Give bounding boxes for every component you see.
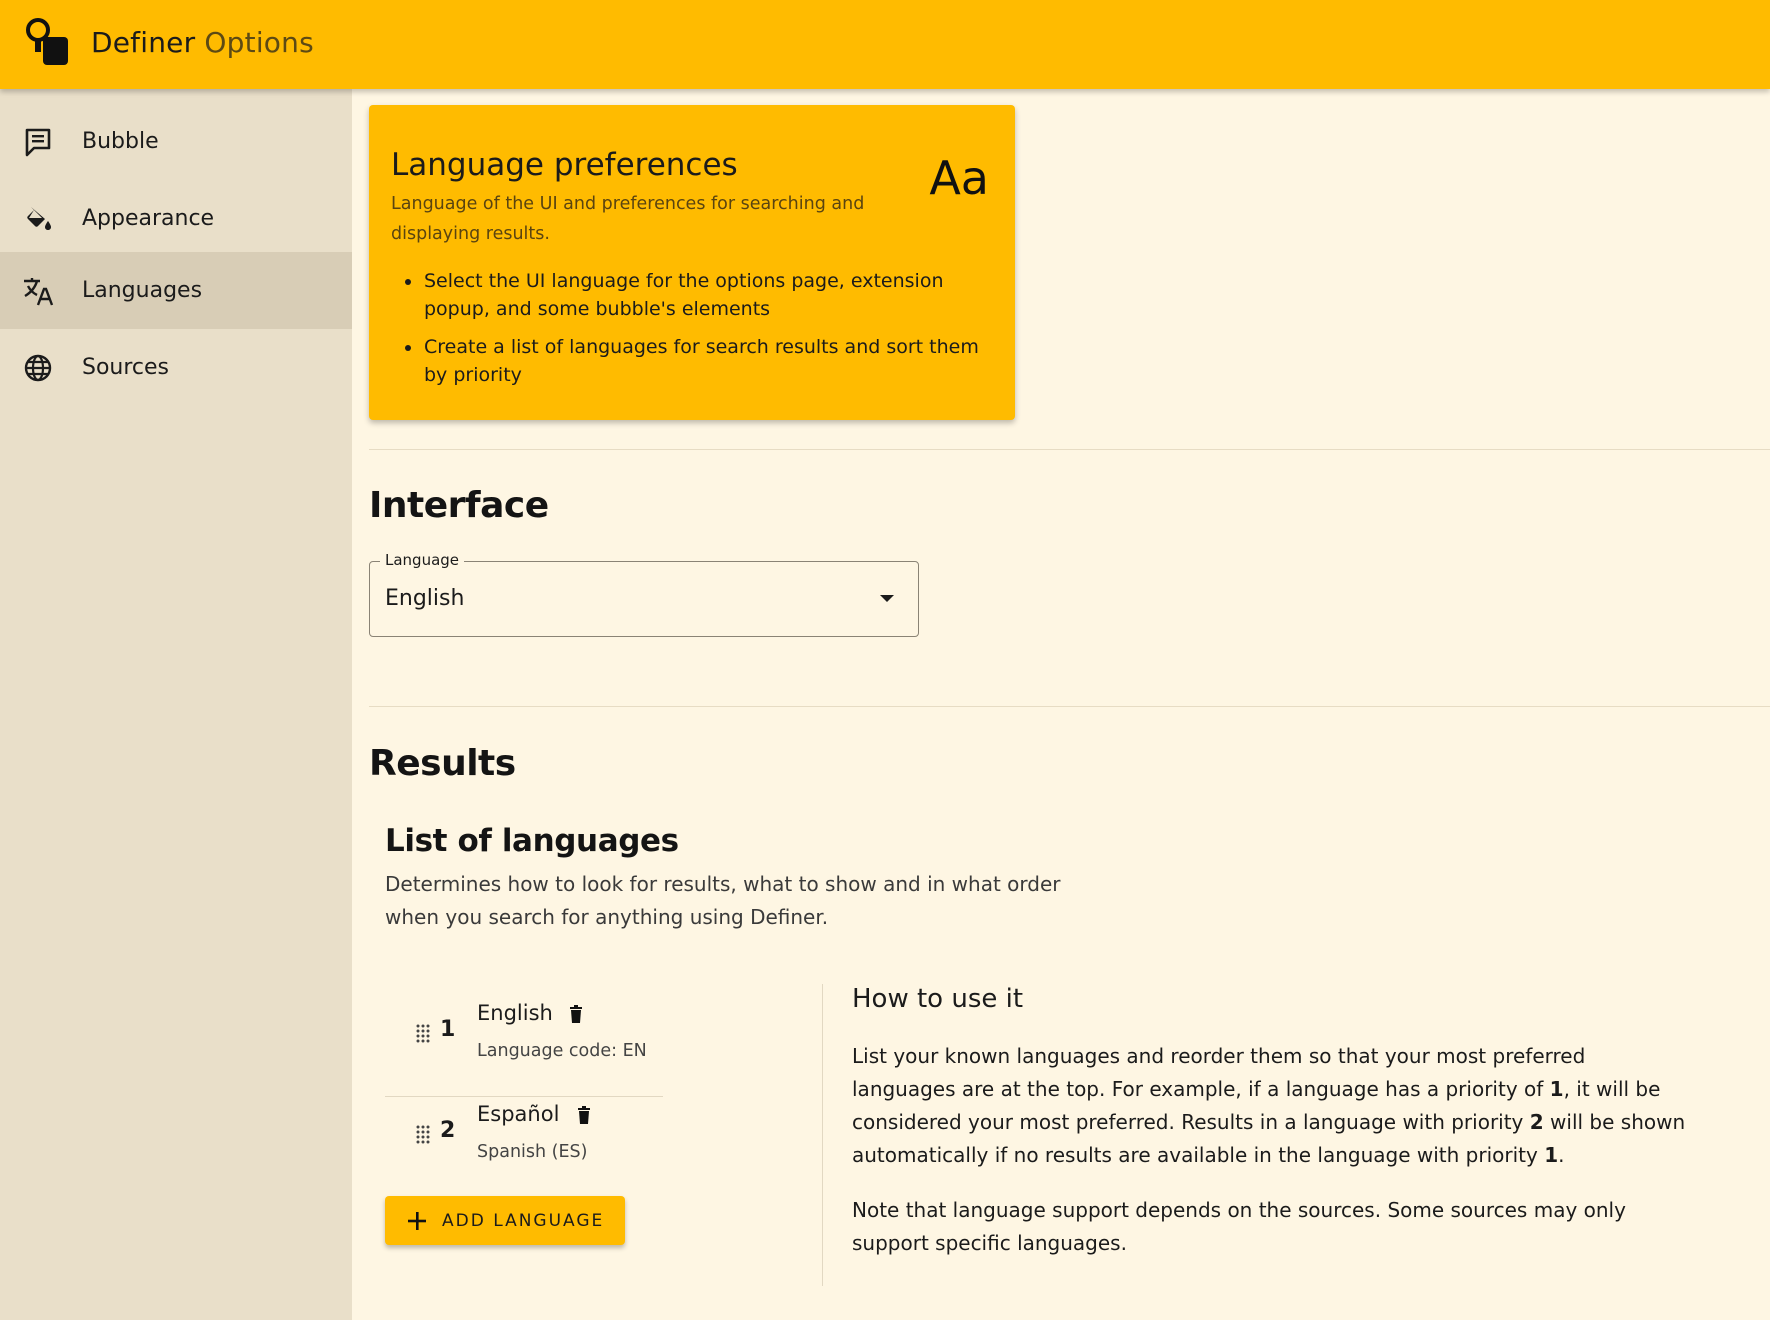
- list-item: 1 English Language code: EN: [385, 997, 663, 1097]
- sidebar-item-label: Languages: [82, 278, 203, 303]
- add-language-button[interactable]: ADD LANGUAGE: [385, 1196, 625, 1245]
- select-label: Language: [380, 551, 465, 569]
- language-detail: Language code: EN: [477, 1041, 647, 1061]
- sidebar-item-appearance[interactable]: Appearance: [0, 180, 352, 257]
- card-title: Language preferences: [391, 147, 738, 183]
- sidebar-item-sources[interactable]: Sources: [0, 329, 352, 406]
- how-to-title: How to use it: [852, 984, 1024, 1014]
- font-aa-icon: Aa: [929, 151, 989, 205]
- divider: [369, 706, 1770, 707]
- card-bullet: Select the UI language for the options p…: [391, 267, 991, 323]
- language-preferences-card: Language preferences Aa Language of the …: [369, 105, 1015, 420]
- globe-icon: [22, 352, 54, 384]
- how-to-paragraph: List your known languages and reorder th…: [852, 1044, 1686, 1167]
- language-name: Español: [477, 1102, 560, 1126]
- list-of-languages-title: List of languages: [385, 823, 679, 859]
- priority-number: 1: [440, 1017, 456, 1042]
- delete-icon[interactable]: [577, 1106, 591, 1124]
- results-heading: Results: [369, 743, 516, 784]
- definer-logo-icon: [26, 18, 68, 65]
- card-bullet: Create a list of languages for search re…: [391, 333, 991, 389]
- app-title: Definer Options: [91, 26, 314, 60]
- sidebar-item-bubble[interactable]: Bubble: [0, 103, 352, 180]
- chat-bubble-icon: [22, 126, 54, 158]
- language-name: English: [477, 1001, 553, 1025]
- sidebar-item-languages[interactable]: Languages: [0, 252, 352, 329]
- how-to-note: Note that language support depends on th…: [852, 1198, 1626, 1255]
- list-item: 2 Español Spanish (ES): [385, 1098, 663, 1198]
- language-detail: Spanish (ES): [477, 1142, 588, 1162]
- sidebar-item-label: Appearance: [82, 206, 215, 231]
- select-value: English: [385, 586, 465, 611]
- sidebar-item-label: Bubble: [82, 129, 159, 154]
- plus-icon: [408, 1212, 426, 1230]
- card-bullets: Select the UI language for the options p…: [391, 267, 991, 399]
- divider: [369, 449, 1770, 450]
- translate-icon: [22, 275, 54, 307]
- priority-number: 2: [440, 1118, 456, 1143]
- sidebar: Bubble Appearance Languages Sources: [0, 89, 352, 1320]
- interface-heading: Interface: [369, 485, 549, 526]
- add-language-label: ADD LANGUAGE: [442, 1211, 605, 1231]
- app-title-main: Definer: [91, 26, 196, 59]
- paint-bucket-icon: [22, 203, 54, 235]
- delete-icon[interactable]: [569, 1005, 583, 1023]
- sidebar-item-label: Sources: [82, 355, 170, 380]
- card-subtitle: Language of the UI and preferences for s…: [391, 194, 865, 244]
- list-of-languages-description: Determines how to look for results, what…: [385, 872, 1061, 929]
- drag-handle-icon[interactable]: [415, 1023, 431, 1043]
- app-bar: Definer Options: [0, 0, 1770, 89]
- app-title-sub: Options: [204, 26, 314, 59]
- vertical-divider: [822, 984, 823, 1286]
- dropdown-arrow-icon: [880, 595, 894, 602]
- ui-language-select[interactable]: Language English: [369, 551, 919, 637]
- main-content: Language preferences Aa Language of the …: [352, 89, 1770, 1320]
- drag-handle-icon[interactable]: [415, 1124, 431, 1144]
